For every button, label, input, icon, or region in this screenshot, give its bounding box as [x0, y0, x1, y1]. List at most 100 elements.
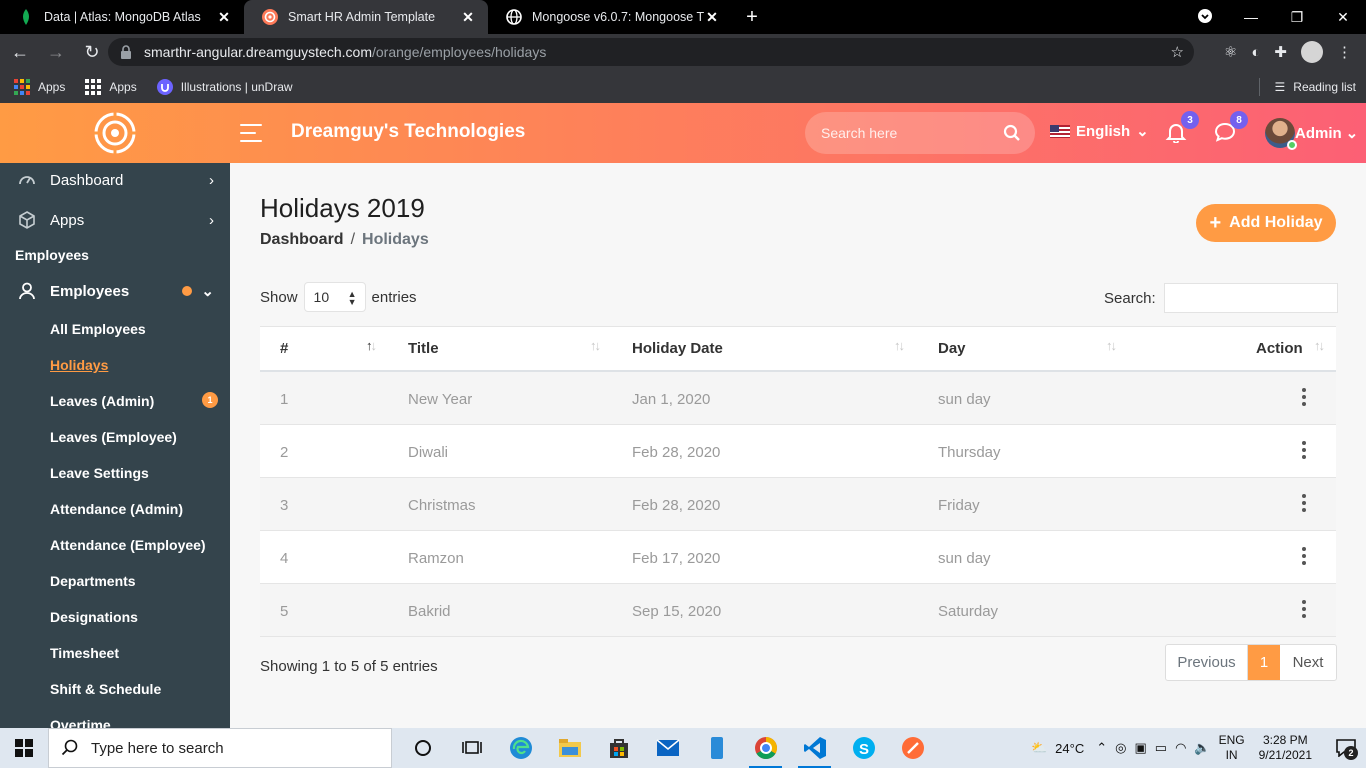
- page-title: Holidays 2019: [260, 193, 425, 223]
- taskbar-search-input[interactable]: Type here to search: [48, 728, 392, 768]
- sort-asc-icon[interactable]: ↑↓: [366, 338, 377, 353]
- sidebar-item-holidays[interactable]: Holidays: [50, 357, 108, 373]
- search-placeholder: Search here: [821, 125, 898, 141]
- entries-label: entries: [371, 288, 417, 306]
- messages-button[interactable]: 8: [1214, 111, 1248, 148]
- tray-app-icon[interactable]: ◎: [1115, 740, 1126, 756]
- chrome-icon[interactable]: [741, 728, 790, 768]
- reload-icon[interactable]: ↻: [76, 36, 108, 68]
- new-tab-button[interactable]: +: [736, 0, 768, 34]
- minimize-icon[interactable]: —: [1228, 9, 1274, 25]
- holidays-table: # ↑↓ Title ↑↓ Holiday Date ↑↓ Day ↑↓ Act…: [260, 326, 1336, 637]
- sort-icon[interactable]: ↑↓: [894, 338, 905, 353]
- sidebar-item-dashboard[interactable]: Dashboard ›: [0, 171, 230, 189]
- tab-search-icon[interactable]: [1182, 8, 1228, 27]
- skype-icon[interactable]: S: [839, 728, 888, 768]
- sidebar-item-leave-settings[interactable]: Leave Settings: [50, 465, 149, 481]
- column-header-day[interactable]: Day: [938, 340, 966, 357]
- tray-monitor-icon[interactable]: ▣: [1134, 740, 1146, 756]
- sidebar-item-timesheet[interactable]: Timesheet: [50, 645, 119, 661]
- logo[interactable]: [0, 103, 230, 163]
- close-tab-icon[interactable]: ✕: [460, 9, 476, 26]
- sort-icon[interactable]: ↑↓: [1314, 338, 1325, 353]
- react-devtools-icon[interactable]: ⚛: [1224, 43, 1237, 61]
- maximize-icon[interactable]: ❐: [1274, 9, 1320, 26]
- file-explorer-icon[interactable]: [545, 728, 594, 768]
- volume-icon[interactable]: 🔈: [1194, 740, 1210, 756]
- reading-list-button[interactable]: ☰ Reading list: [1275, 70, 1356, 103]
- browser-tab-mongodb[interactable]: Data | Atlas: MongoDB Atlas ✕: [0, 0, 244, 34]
- back-arrow-icon[interactable]: ←: [4, 36, 36, 68]
- bookmark-undraw[interactable]: Illustrations | unDraw: [156, 78, 293, 95]
- bookmark-star-icon[interactable]: ☆: [1171, 43, 1184, 61]
- sidebar-item-attendance-employee[interactable]: Attendance (Employee): [50, 537, 206, 553]
- address-bar[interactable]: smarthr-angular.dreamguystech.com/orange…: [108, 38, 1194, 66]
- browser-tab-mongoose[interactable]: Mongoose v6.0.7: Mongoose Tut ✕: [488, 0, 732, 34]
- breadcrumb-dashboard-link[interactable]: Dashboard: [260, 231, 344, 248]
- sidebar-item-shift-schedule[interactable]: Shift & Schedule: [50, 681, 161, 697]
- chrome-menu-icon[interactable]: ⋮: [1337, 43, 1352, 61]
- column-header-number[interactable]: #: [280, 340, 288, 357]
- menu-toggle-icon[interactable]: [240, 124, 262, 142]
- cell-number: 2: [280, 444, 289, 461]
- sidebar-item-designations[interactable]: Designations: [50, 609, 138, 625]
- profile-avatar[interactable]: [1301, 41, 1323, 63]
- sidebar-item-attendance-admin[interactable]: Attendance (Admin): [50, 501, 183, 517]
- column-header-title[interactable]: Title: [408, 340, 439, 357]
- search-icon[interactable]: [1003, 124, 1021, 142]
- page-1-button[interactable]: 1: [1248, 645, 1280, 680]
- previous-page-button[interactable]: Previous: [1166, 645, 1248, 680]
- apps-grid-icon: [85, 78, 102, 95]
- user-menu[interactable]: Admin ⌄: [1265, 118, 1358, 150]
- next-page-button[interactable]: Next: [1280, 645, 1336, 680]
- header-search-input[interactable]: Search here: [805, 112, 1035, 154]
- browser-tab-smarthr[interactable]: Smart HR Admin Template ✕: [244, 0, 488, 34]
- sidebar-item-departments[interactable]: Departments: [50, 573, 136, 589]
- cell-title: Ramzon: [408, 550, 464, 567]
- weather-widget[interactable]: ⛅ 24°C: [1031, 740, 1084, 756]
- puzzle-icon[interactable]: ✚: [1274, 43, 1287, 61]
- vscode-icon[interactable]: [790, 728, 839, 768]
- language-dropdown[interactable]: English ⌄: [1050, 122, 1149, 140]
- action-center-button[interactable]: 2: [1326, 728, 1366, 768]
- extension-icon[interactable]: ◐: [1251, 44, 1260, 61]
- close-tab-icon[interactable]: ✕: [216, 9, 232, 26]
- more-vertical-icon[interactable]: [1300, 494, 1308, 512]
- task-view-icon[interactable]: [447, 728, 496, 768]
- sidebar-item-overtime[interactable]: Overtime: [50, 717, 111, 728]
- column-header-holiday-date[interactable]: Holiday Date: [632, 340, 723, 357]
- more-vertical-icon[interactable]: [1300, 441, 1308, 459]
- store-icon[interactable]: [594, 728, 643, 768]
- more-vertical-icon[interactable]: [1300, 388, 1308, 406]
- reading-list-icon: ☰: [1274, 79, 1286, 94]
- clock[interactable]: 3:28 PM 9/21/2021: [1259, 733, 1312, 763]
- chevron-up-icon[interactable]: ⌃: [1096, 740, 1107, 756]
- table-search-input[interactable]: [1163, 283, 1338, 313]
- bookmark-apps[interactable]: Apps: [14, 78, 65, 95]
- sidebar-item-apps[interactable]: Apps ›: [0, 211, 230, 229]
- add-holiday-button[interactable]: + Add Holiday: [1196, 204, 1336, 242]
- sidebar-item-leaves-employee[interactable]: Leaves (Employee): [50, 429, 177, 445]
- mail-icon[interactable]: [643, 728, 692, 768]
- wifi-icon[interactable]: ◠: [1175, 740, 1186, 756]
- more-vertical-icon[interactable]: [1300, 547, 1308, 565]
- postman-icon[interactable]: [888, 728, 937, 768]
- entries-select[interactable]: 10 ▲ ▼: [303, 282, 366, 312]
- close-tab-icon[interactable]: ✕: [704, 9, 720, 26]
- phone-app-icon[interactable]: [692, 728, 741, 768]
- forward-arrow-icon[interactable]: →: [40, 36, 72, 68]
- bookmark-apps-2[interactable]: Apps: [85, 78, 137, 95]
- close-window-icon[interactable]: ✕: [1320, 9, 1366, 26]
- windows-start-icon[interactable]: [0, 728, 48, 768]
- sort-icon[interactable]: ↑↓: [590, 338, 601, 353]
- edge-icon[interactable]: [496, 728, 545, 768]
- sidebar-item-all-employees[interactable]: All Employees: [50, 321, 146, 337]
- sidebar-item-leaves-admin[interactable]: Leaves (Admin): [50, 393, 154, 409]
- cortana-icon[interactable]: [398, 728, 447, 768]
- notifications-bell[interactable]: 3: [1165, 111, 1199, 148]
- sidebar-item-employees[interactable]: Employees ⌄: [0, 282, 230, 300]
- battery-icon[interactable]: ▭: [1155, 740, 1167, 756]
- more-vertical-icon[interactable]: [1300, 600, 1308, 618]
- sort-icon[interactable]: ↑↓: [1106, 338, 1117, 353]
- input-language-indicator[interactable]: ENG IN: [1219, 733, 1245, 763]
